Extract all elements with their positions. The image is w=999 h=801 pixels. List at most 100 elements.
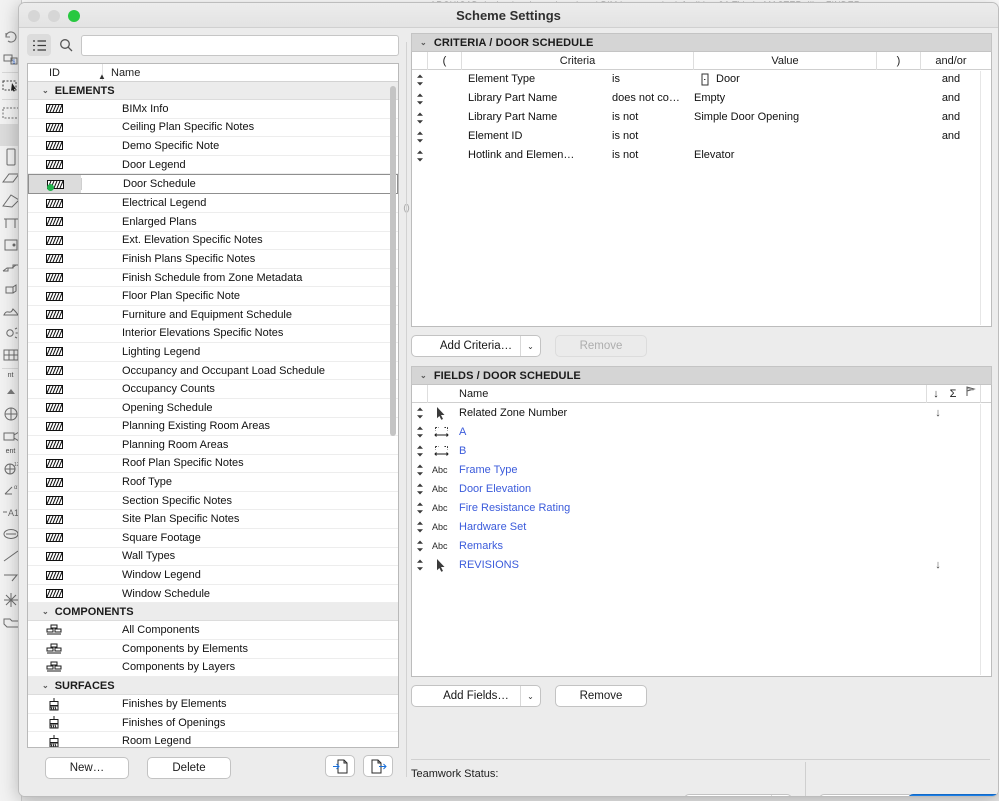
field-name[interactable]: Fire Resistance Rating bbox=[454, 502, 929, 514]
criteria-value[interactable]: Simple Door Opening bbox=[694, 108, 877, 127]
chevron-down-icon[interactable]: ⌄ bbox=[771, 795, 791, 796]
field-name[interactable]: Frame Type bbox=[454, 464, 929, 476]
field-row[interactable]: A bbox=[412, 422, 991, 441]
group-header-components[interactable]: ⌄ COMPONENTS bbox=[28, 603, 398, 622]
criteria-operator[interactable]: is not bbox=[612, 108, 694, 127]
panel-divider-grip[interactable]: ⟨⟩ bbox=[403, 200, 410, 216]
criteria-andor[interactable]: and bbox=[921, 127, 981, 146]
criteria-andor[interactable]: and bbox=[921, 89, 981, 108]
criteria-row[interactable]: Hotlink and Elemen… is not Elevator bbox=[412, 146, 991, 165]
criteria-andor[interactable] bbox=[921, 146, 981, 165]
fields-col-sum[interactable]: Σ bbox=[945, 385, 961, 403]
field-sort-indicator[interactable]: ↓ bbox=[929, 407, 947, 419]
list-item[interactable]: Window Legend bbox=[28, 566, 398, 585]
list-item[interactable]: Door Schedule bbox=[28, 174, 398, 195]
field-row[interactable]: Abc Fire Resistance Rating bbox=[412, 498, 991, 517]
fields-col-sort[interactable]: ↓ bbox=[927, 385, 945, 403]
list-item[interactable]: Finish Schedule from Zone Metadata bbox=[28, 268, 398, 288]
criteria-close-paren[interactable] bbox=[877, 70, 921, 89]
list-item[interactable]: Finish Plans Specific Notes bbox=[28, 250, 398, 269]
fields-scrollbar[interactable] bbox=[980, 404, 990, 675]
list-item[interactable]: Occupancy Counts bbox=[28, 380, 398, 399]
criteria-open-paren[interactable] bbox=[428, 127, 462, 146]
add-criteria-button[interactable]: Add Criteria… ⌄ bbox=[411, 335, 541, 357]
fields-col-flag[interactable] bbox=[961, 384, 981, 403]
chevron-down-icon[interactable]: ⌄ bbox=[420, 38, 427, 47]
criteria-open-paren[interactable] bbox=[428, 108, 462, 127]
remove-fields-button[interactable]: Remove bbox=[555, 685, 647, 707]
list-item[interactable]: Finishes by Elements bbox=[28, 695, 398, 714]
column-header-id[interactable]: ID bbox=[28, 63, 103, 82]
import-scheme-icon[interactable] bbox=[325, 755, 355, 777]
export-scheme-icon[interactable] bbox=[363, 755, 393, 777]
release-button[interactable]: Release ⌄ bbox=[684, 794, 792, 796]
chevron-down-icon[interactable]: ⌄ bbox=[42, 86, 49, 95]
reorder-handle-icon[interactable] bbox=[412, 521, 428, 533]
criteria-field[interactable]: Element Type bbox=[462, 70, 612, 89]
chevron-down-icon[interactable]: ⌄ bbox=[520, 336, 540, 356]
list-item[interactable]: Planning Existing Room Areas bbox=[28, 417, 398, 437]
field-row[interactable]: Abc Hardware Set bbox=[412, 517, 991, 536]
list-item[interactable]: Components by Elements bbox=[28, 640, 398, 659]
criteria-value[interactable]: Empty bbox=[694, 89, 877, 108]
criteria-operator[interactable]: does not co… bbox=[612, 89, 694, 108]
list-item[interactable]: All Components bbox=[28, 621, 398, 641]
criteria-andor[interactable]: and bbox=[921, 70, 981, 89]
list-item[interactable]: Finishes of Openings bbox=[28, 713, 398, 733]
list-item[interactable]: Lighting Legend bbox=[28, 343, 398, 362]
criteria-operator[interactable]: is not bbox=[612, 127, 694, 146]
list-item[interactable]: Opening Schedule bbox=[28, 398, 398, 418]
list-item[interactable]: BIMx Info bbox=[28, 100, 398, 119]
reorder-handle-icon[interactable] bbox=[412, 540, 428, 552]
reorder-handle-icon[interactable] bbox=[412, 70, 428, 89]
reorder-handle-icon[interactable] bbox=[412, 127, 428, 146]
criteria-field[interactable]: Library Part Name bbox=[462, 89, 612, 108]
field-row[interactable]: Abc Remarks bbox=[412, 536, 991, 555]
reorder-handle-icon[interactable] bbox=[412, 445, 428, 457]
criteria-close-paren[interactable] bbox=[877, 127, 921, 146]
criteria-col-criteria[interactable]: Criteria bbox=[462, 51, 694, 70]
criteria-open-paren[interactable] bbox=[428, 89, 462, 108]
chevron-down-icon[interactable]: ⌄ bbox=[42, 607, 49, 616]
reorder-handle-icon[interactable] bbox=[412, 108, 428, 127]
field-row[interactable]: Abc Frame Type bbox=[412, 460, 991, 479]
list-item[interactable]: Interior Elevations Specific Notes bbox=[28, 324, 398, 344]
list-item[interactable]: Ceiling Plan Specific Notes bbox=[28, 118, 398, 138]
criteria-row[interactable]: Element ID is not and bbox=[412, 127, 991, 146]
group-header-surfaces[interactable]: ⌄ SURFACES bbox=[28, 677, 398, 696]
delete-scheme-button[interactable]: Delete bbox=[147, 757, 231, 779]
field-name[interactable]: Hardware Set bbox=[454, 521, 929, 533]
list-item[interactable]: Roof Type bbox=[28, 473, 398, 492]
reorder-handle-icon[interactable] bbox=[412, 407, 428, 419]
list-item[interactable]: Occupancy and Occupant Load Schedule bbox=[28, 361, 398, 381]
cancel-button[interactable]: Cancel bbox=[819, 794, 913, 796]
reorder-handle-icon[interactable] bbox=[412, 559, 428, 571]
reorder-handle-icon[interactable] bbox=[412, 89, 428, 108]
schemes-scrollbar[interactable] bbox=[390, 86, 396, 726]
field-row[interactable]: Abc Door Elevation bbox=[412, 479, 991, 498]
remove-criteria-button[interactable]: Remove bbox=[555, 335, 647, 357]
criteria-value[interactable]: Door bbox=[694, 70, 877, 89]
schemes-scrollbar-thumb[interactable] bbox=[390, 86, 396, 436]
reorder-handle-icon[interactable] bbox=[412, 483, 428, 495]
list-item[interactable]: Demo Specific Note bbox=[28, 137, 398, 156]
criteria-row[interactable]: Library Part Name is not Simple Door Openi… bbox=[412, 108, 991, 127]
criteria-close-paren[interactable] bbox=[877, 146, 921, 165]
criteria-value[interactable] bbox=[694, 127, 877, 146]
criteria-field[interactable]: Hotlink and Elemen… bbox=[462, 146, 612, 165]
chevron-down-icon[interactable]: ⌄ bbox=[520, 686, 540, 706]
fields-col-name[interactable]: Name bbox=[454, 384, 927, 403]
list-item[interactable]: Ext. Elevation Specific Notes bbox=[28, 231, 398, 251]
field-name[interactable]: Door Elevation bbox=[454, 483, 929, 495]
criteria-field[interactable]: Library Part Name bbox=[462, 108, 612, 127]
search-input[interactable] bbox=[81, 34, 399, 56]
reorder-handle-icon[interactable] bbox=[412, 146, 428, 165]
field-name[interactable]: Related Zone Number bbox=[454, 407, 929, 419]
field-row[interactable]: REVISIONS ↓ bbox=[412, 555, 991, 574]
list-item[interactable]: Room Legend bbox=[28, 732, 398, 747]
list-item[interactable]: Door Legend bbox=[28, 155, 398, 175]
list-item[interactable]: Enlarged Plans bbox=[28, 212, 398, 232]
criteria-andor[interactable]: and bbox=[921, 108, 981, 127]
ok-button[interactable]: OK bbox=[908, 794, 998, 796]
field-name[interactable]: Remarks bbox=[454, 540, 929, 552]
